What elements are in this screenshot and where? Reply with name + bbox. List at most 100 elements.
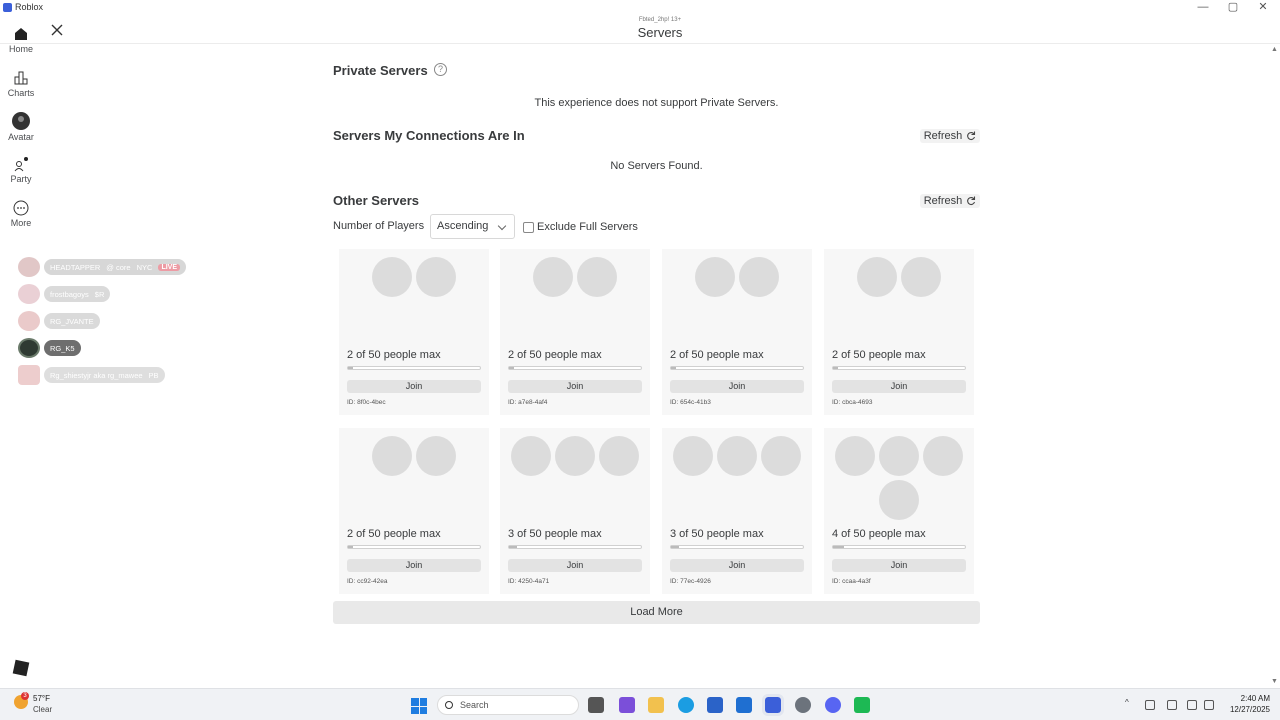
friend-item[interactable]: frostbagoys $R bbox=[18, 284, 111, 304]
close-window-button[interactable]: ✕ bbox=[1248, 0, 1278, 16]
friend-name: Rg_shiestyjr aka rg_mawee bbox=[50, 370, 143, 380]
player-avatar[interactable] bbox=[835, 436, 875, 476]
minimize-button[interactable]: — bbox=[1188, 0, 1218, 16]
private-servers-link[interactable]: Private Servers bbox=[700, 97, 775, 109]
player-avatar[interactable] bbox=[511, 436, 551, 476]
refresh-label: Refresh bbox=[923, 195, 963, 207]
help-icon[interactable]: ? bbox=[434, 63, 447, 76]
player-avatar[interactable] bbox=[695, 257, 735, 297]
window-title: Roblox bbox=[15, 2, 44, 12]
join-button[interactable]: Join bbox=[670, 559, 804, 572]
player-avatar[interactable] bbox=[923, 436, 963, 476]
server-id: ID: 77ec-4926 bbox=[670, 578, 711, 585]
microphone-icon[interactable] bbox=[1167, 700, 1177, 710]
load-more-button[interactable]: Load More bbox=[333, 601, 980, 624]
roblox-logo-icon bbox=[3, 3, 12, 12]
join-button[interactable]: Join bbox=[832, 559, 966, 572]
player-avatar[interactable] bbox=[717, 436, 757, 476]
friend-avatar bbox=[18, 365, 40, 385]
volume-icon[interactable] bbox=[1204, 700, 1214, 710]
refresh-icon bbox=[967, 131, 976, 141]
page-title: Servers bbox=[637, 25, 683, 40]
edge-icon[interactable] bbox=[678, 697, 694, 713]
connections-refresh-button[interactable]: Refresh bbox=[920, 129, 980, 143]
sort-select-value: Ascending bbox=[437, 220, 489, 232]
server-capacity: 3 of 50 people max bbox=[670, 528, 764, 540]
store-icon[interactable] bbox=[707, 697, 723, 713]
scroll-up-icon[interactable]: ▲ bbox=[1271, 46, 1278, 53]
player-avatar[interactable] bbox=[372, 257, 412, 297]
friend-extra: NYC bbox=[136, 262, 153, 272]
nav-avatar[interactable]: Avatar bbox=[0, 112, 42, 142]
player-avatar[interactable] bbox=[533, 257, 573, 297]
join-button[interactable]: Join bbox=[508, 380, 642, 393]
copilot-icon[interactable] bbox=[619, 697, 635, 713]
nav-avatar-label: Avatar bbox=[8, 132, 34, 142]
live-badge: LIVE bbox=[158, 263, 180, 271]
player-avatar[interactable] bbox=[761, 436, 801, 476]
task-view-icon[interactable] bbox=[588, 697, 604, 713]
join-button[interactable]: Join bbox=[508, 559, 642, 572]
player-avatar[interactable] bbox=[555, 436, 595, 476]
friend-extra: PB bbox=[148, 370, 159, 380]
player-avatar[interactable] bbox=[879, 436, 919, 476]
server-capacity: 3 of 50 people max bbox=[508, 528, 602, 540]
player-avatar[interactable] bbox=[673, 436, 713, 476]
server-capacity: 2 of 50 people max bbox=[670, 349, 764, 361]
other-refresh-button[interactable]: Refresh bbox=[920, 194, 980, 208]
sort-select[interactable]: Ascending bbox=[430, 214, 515, 239]
nav-charts[interactable]: Charts bbox=[0, 70, 42, 98]
exclude-full-label[interactable]: Exclude Full Servers bbox=[537, 221, 638, 233]
friend-item[interactable]: Rg_shiestyjr aka rg_mawee PB bbox=[18, 365, 165, 385]
taskbar-search-label: Search bbox=[460, 700, 489, 710]
join-button[interactable]: Join bbox=[670, 380, 804, 393]
server-card: 3 of 50 people max Join ID: 4250-4a71 bbox=[500, 428, 650, 594]
nav-more[interactable]: More bbox=[0, 200, 42, 228]
start-icon[interactable] bbox=[411, 698, 427, 714]
friend-pill: HEADTAPPER @ core NYC LIVE bbox=[44, 259, 186, 275]
server-card: 2 of 50 people max Join ID: cc92-42ea bbox=[339, 428, 489, 594]
refresh-label: Refresh bbox=[923, 130, 963, 142]
app-icon[interactable] bbox=[854, 697, 870, 713]
discord-icon[interactable] bbox=[825, 697, 841, 713]
wifi-icon[interactable] bbox=[1187, 700, 1197, 710]
player-avatar[interactable] bbox=[577, 257, 617, 297]
taskbar-search[interactable]: Search bbox=[437, 695, 579, 715]
roblox-logo-icon[interactable] bbox=[12, 659, 30, 677]
server-capacity: 2 of 50 people max bbox=[347, 349, 441, 361]
capacity-bar-fill bbox=[348, 367, 354, 369]
friend-item[interactable]: RG_JVANTE bbox=[18, 311, 100, 331]
player-avatar[interactable] bbox=[416, 436, 456, 476]
nav-home[interactable]: Home bbox=[0, 26, 42, 54]
roblox-taskbar-icon[interactable] bbox=[762, 694, 784, 716]
close-icon[interactable] bbox=[49, 22, 65, 38]
nav-party[interactable]: Party bbox=[0, 156, 42, 184]
maximize-button[interactable]: ▢ bbox=[1218, 0, 1248, 16]
player-avatar[interactable] bbox=[857, 257, 897, 297]
outlook-icon[interactable] bbox=[736, 697, 752, 713]
search-icon bbox=[445, 701, 453, 709]
connections-title: Servers My Connections Are In bbox=[333, 128, 525, 143]
file-explorer-icon[interactable] bbox=[648, 697, 664, 713]
player-avatar[interactable] bbox=[599, 436, 639, 476]
player-avatar[interactable] bbox=[901, 257, 941, 297]
friend-item[interactable]: HEADTAPPER @ core NYC LIVE bbox=[18, 257, 186, 277]
scroll-down-icon[interactable]: ▼ bbox=[1271, 678, 1278, 685]
capacity-bar-fill bbox=[671, 546, 679, 548]
join-button[interactable]: Join bbox=[832, 380, 966, 393]
join-button[interactable]: Join bbox=[347, 559, 481, 572]
player-avatar[interactable] bbox=[739, 257, 779, 297]
exclude-full-checkbox[interactable] bbox=[523, 222, 534, 233]
player-avatar[interactable] bbox=[879, 480, 919, 520]
player-avatar[interactable] bbox=[416, 257, 456, 297]
more-icon bbox=[13, 200, 29, 216]
player-avatar[interactable] bbox=[372, 436, 412, 476]
settings-icon[interactable] bbox=[795, 697, 811, 713]
friend-item[interactable]: RG_K5 bbox=[18, 338, 81, 358]
nav-more-label: More bbox=[10, 218, 32, 228]
chevron-up-icon[interactable]: ^ bbox=[1125, 698, 1135, 708]
cloud-icon[interactable] bbox=[1145, 700, 1155, 710]
server-card: 2 of 50 people max Join ID: 654c-41b3 bbox=[662, 249, 812, 415]
join-button[interactable]: Join bbox=[347, 380, 481, 393]
server-id: ID: 654c-41b3 bbox=[670, 399, 711, 406]
